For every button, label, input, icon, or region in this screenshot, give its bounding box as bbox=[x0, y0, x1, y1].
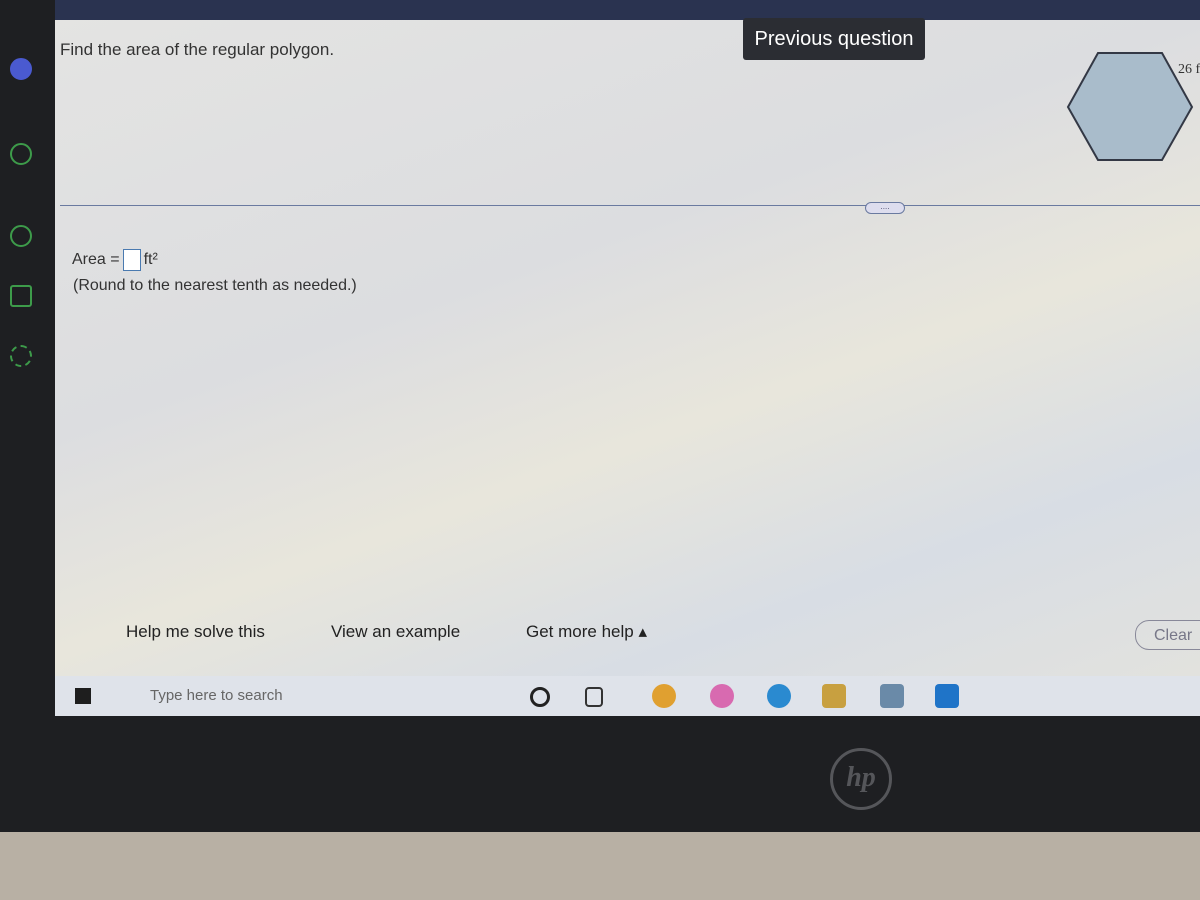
area-label: Area = bbox=[72, 251, 120, 268]
browser-content: Find the area of the regular polygon. 26… bbox=[55, 0, 1200, 676]
taskbar: Type here to search bbox=[55, 676, 1200, 716]
side-length-label: 26 ft bbox=[1178, 62, 1200, 77]
gear-icon[interactable] bbox=[10, 345, 32, 367]
top-bar bbox=[55, 0, 1200, 20]
get-more-help-button[interactable]: Get more help ▴ bbox=[526, 622, 647, 642]
store-icon[interactable] bbox=[822, 684, 846, 708]
view-example-button[interactable]: View an example bbox=[331, 622, 460, 642]
divider bbox=[60, 205, 1200, 206]
area-unit: ft² bbox=[143, 251, 158, 268]
area-row: Area = ft² bbox=[72, 249, 158, 271]
play-icon[interactable] bbox=[10, 143, 32, 165]
chrome-icon[interactable] bbox=[652, 684, 676, 708]
rounding-note: (Round to the nearest tenth as needed.) bbox=[73, 277, 357, 294]
area-input[interactable] bbox=[122, 249, 141, 271]
windows-start-icon[interactable] bbox=[75, 688, 91, 704]
help-me-solve-button[interactable]: Help me solve this bbox=[126, 622, 265, 642]
cube-icon[interactable] bbox=[10, 285, 32, 307]
task-view-icon[interactable] bbox=[585, 687, 603, 707]
clear-button[interactable]: Clear bbox=[1135, 620, 1200, 650]
file-explorer-icon[interactable] bbox=[880, 684, 904, 708]
clock-icon[interactable] bbox=[10, 225, 32, 247]
messenger-icon[interactable] bbox=[10, 58, 32, 80]
hexagon-figure bbox=[1066, 52, 1194, 161]
expand-button[interactable]: .... bbox=[865, 202, 905, 214]
question-text: Find the area of the regular polygon. bbox=[60, 40, 335, 59]
hp-logo: hp bbox=[830, 748, 892, 810]
previous-question-tooltip: Previous question bbox=[743, 18, 925, 60]
taskbar-search[interactable]: Type here to search bbox=[115, 676, 515, 716]
laptop-body bbox=[0, 832, 1200, 900]
mail-icon[interactable] bbox=[935, 684, 959, 708]
cortana-icon[interactable] bbox=[530, 687, 550, 707]
hexagon bbox=[1066, 52, 1194, 161]
app-sidebar bbox=[0, 0, 55, 676]
edge-icon[interactable] bbox=[767, 684, 791, 708]
app-icon[interactable] bbox=[710, 684, 734, 708]
